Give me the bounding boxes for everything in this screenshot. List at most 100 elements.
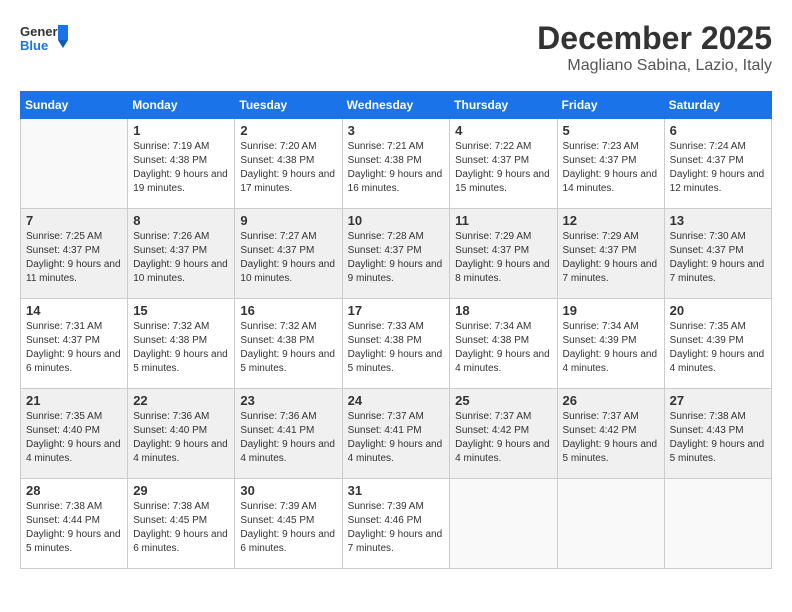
calendar-cell: 12 Sunrise: 7:29 AMSunset: 4:37 PMDayligh… — [557, 209, 664, 299]
day-number: 16 — [240, 303, 336, 318]
weekday-header-friday: Friday — [557, 92, 664, 119]
day-number: 7 — [26, 213, 122, 228]
weekday-header-tuesday: Tuesday — [235, 92, 342, 119]
day-number: 19 — [563, 303, 659, 318]
logo-graphic: General Blue — [20, 20, 68, 65]
calendar-cell: 6Sunrise: 7:24 AMSunset: 4:37 PMDaylight… — [664, 119, 771, 209]
day-number: 6 — [670, 123, 766, 138]
calendar-week-2: 7 Sunrise: 7:25 AMSunset: 4:37 PMDaylight… — [21, 209, 772, 299]
calendar-week-5: 28 Sunrise: 7:38 AMSunset: 4:44 PMDayligh… — [21, 479, 772, 569]
day-info: Sunrise: 7:38 AMSunset: 4:44 PMDaylight:… — [26, 500, 122, 556]
day-number: 17 — [348, 303, 445, 318]
day-info: Sunrise: 7:21 AMSunset: 4:38 PMDaylight:… — [348, 140, 445, 196]
calendar-cell: 14 Sunrise: 7:31 AMSunset: 4:37 PMDayligh… — [21, 299, 128, 389]
calendar-cell: 13 Sunrise: 7:30 AMSunset: 4:37 PMDayligh… — [664, 209, 771, 299]
calendar-cell: 21 Sunrise: 7:35 AMSunset: 4:40 PMDayligh… — [21, 389, 128, 479]
calendar-cell: 8Sunrise: 7:26 AMSunset: 4:37 PMDaylight… — [128, 209, 235, 299]
weekday-header-wednesday: Wednesday — [342, 92, 450, 119]
calendar-week-4: 21 Sunrise: 7:35 AMSunset: 4:40 PMDayligh… — [21, 389, 772, 479]
calendar-cell: 2 Sunrise: 7:20 AMSunset: 4:38 PMDaylight… — [235, 119, 342, 209]
logo: General Blue — [20, 20, 68, 65]
calendar-cell: 3 Sunrise: 7:21 AMSunset: 4:38 PMDaylight… — [342, 119, 450, 209]
calendar-cell: 31 Sunrise: 7:39 AMSunset: 4:46 PMDayligh… — [342, 479, 450, 569]
calendar-week-3: 14 Sunrise: 7:31 AMSunset: 4:37 PMDayligh… — [21, 299, 772, 389]
day-info: Sunrise: 7:30 AMSunset: 4:37 PMDaylight:… — [670, 230, 766, 286]
day-info: Sunrise: 7:25 AMSunset: 4:37 PMDaylight:… — [26, 230, 122, 286]
day-info: Sunrise: 7:20 AMSunset: 4:38 PMDaylight:… — [240, 140, 336, 196]
day-info: Sunrise: 7:23 AMSunset: 4:37 PMDaylight:… — [563, 140, 659, 196]
day-number: 12 — [563, 213, 659, 228]
day-info: Sunrise: 7:32 AMSunset: 4:38 PMDaylight:… — [133, 320, 229, 376]
day-info: Sunrise: 7:37 AMSunset: 4:41 PMDaylight:… — [348, 410, 445, 466]
day-info: Sunrise: 7:39 AMSunset: 4:46 PMDaylight:… — [348, 500, 445, 556]
day-number: 28 — [26, 483, 122, 498]
day-info: Sunrise: 7:33 AMSunset: 4:38 PMDaylight:… — [348, 320, 445, 376]
calendar-cell: 27 Sunrise: 7:38 AMSunset: 4:43 PMDayligh… — [664, 389, 771, 479]
day-number: 30 — [240, 483, 336, 498]
day-info: Sunrise: 7:38 AMSunset: 4:43 PMDaylight:… — [670, 410, 766, 466]
day-info: Sunrise: 7:35 AMSunset: 4:40 PMDaylight:… — [26, 410, 122, 466]
day-number: 3 — [348, 123, 445, 138]
calendar-cell: 10 Sunrise: 7:28 AMSunset: 4:37 PMDayligh… — [342, 209, 450, 299]
day-number: 25 — [455, 393, 551, 408]
calendar-cell — [557, 479, 664, 569]
day-info: Sunrise: 7:36 AMSunset: 4:41 PMDaylight:… — [240, 410, 336, 466]
day-info: Sunrise: 7:31 AMSunset: 4:37 PMDaylight:… — [26, 320, 122, 376]
calendar-cell: 29 Sunrise: 7:38 AMSunset: 4:45 PMDayligh… — [128, 479, 235, 569]
calendar-cell: 24 Sunrise: 7:37 AMSunset: 4:41 PMDayligh… — [342, 389, 450, 479]
day-info: Sunrise: 7:19 AMSunset: 4:38 PMDaylight:… — [133, 140, 229, 196]
day-number: 20 — [670, 303, 766, 318]
day-info: Sunrise: 7:28 AMSunset: 4:37 PMDaylight:… — [348, 230, 445, 286]
title-area: December 2025 Magliano Sabina, Lazio, It… — [537, 20, 772, 75]
calendar-cell: 15Sunrise: 7:32 AMSunset: 4:38 PMDayligh… — [128, 299, 235, 389]
calendar-cell: 18Sunrise: 7:34 AMSunset: 4:38 PMDayligh… — [450, 299, 557, 389]
day-info: Sunrise: 7:37 AMSunset: 4:42 PMDaylight:… — [455, 410, 551, 466]
weekday-header-row: SundayMondayTuesdayWednesdayThursdayFrid… — [21, 92, 772, 119]
day-number: 5 — [563, 123, 659, 138]
calendar-week-1: 1 Sunrise: 7:19 AMSunset: 4:38 PMDaylight… — [21, 119, 772, 209]
day-info: Sunrise: 7:37 AMSunset: 4:42 PMDaylight:… — [563, 410, 659, 466]
day-number: 1 — [133, 123, 229, 138]
calendar-cell: 25 Sunrise: 7:37 AMSunset: 4:42 PMDayligh… — [450, 389, 557, 479]
calendar-cell: 23 Sunrise: 7:36 AMSunset: 4:41 PMDayligh… — [235, 389, 342, 479]
day-number: 22 — [133, 393, 229, 408]
day-number: 24 — [348, 393, 445, 408]
day-info: Sunrise: 7:29 AMSunset: 4:37 PMDaylight:… — [563, 230, 659, 286]
calendar-cell: 30 Sunrise: 7:39 AMSunset: 4:45 PMDayligh… — [235, 479, 342, 569]
day-info: Sunrise: 7:22 AMSunset: 4:37 PMDaylight:… — [455, 140, 551, 196]
day-number: 2 — [240, 123, 336, 138]
day-info: Sunrise: 7:39 AMSunset: 4:45 PMDaylight:… — [240, 500, 336, 556]
day-info: Sunrise: 7:29 AMSunset: 4:37 PMDaylight:… — [455, 230, 551, 286]
day-info: Sunrise: 7:35 AMSunset: 4:39 PMDaylight:… — [670, 320, 766, 376]
calendar-cell: 7 Sunrise: 7:25 AMSunset: 4:37 PMDaylight… — [21, 209, 128, 299]
day-number: 21 — [26, 393, 122, 408]
calendar-cell: 4 Sunrise: 7:22 AMSunset: 4:37 PMDaylight… — [450, 119, 557, 209]
day-number: 23 — [240, 393, 336, 408]
day-number: 27 — [670, 393, 766, 408]
calendar-cell: 19Sunrise: 7:34 AMSunset: 4:39 PMDayligh… — [557, 299, 664, 389]
day-number: 14 — [26, 303, 122, 318]
calendar-subtitle: Magliano Sabina, Lazio, Italy — [537, 57, 772, 75]
calendar-cell — [664, 479, 771, 569]
header: General Blue December 2025 Magliano Sabi… — [20, 20, 772, 75]
day-number: 10 — [348, 213, 445, 228]
calendar-cell: 17 Sunrise: 7:33 AMSunset: 4:38 PMDayligh… — [342, 299, 450, 389]
calendar-cell: 11 Sunrise: 7:29 AMSunset: 4:37 PMDayligh… — [450, 209, 557, 299]
day-number: 29 — [133, 483, 229, 498]
day-number: 13 — [670, 213, 766, 228]
day-number: 11 — [455, 213, 551, 228]
calendar-cell: 5 Sunrise: 7:23 AMSunset: 4:37 PMDaylight… — [557, 119, 664, 209]
day-number: 9 — [240, 213, 336, 228]
day-info: Sunrise: 7:36 AMSunset: 4:40 PMDaylight:… — [133, 410, 229, 466]
day-number: 18 — [455, 303, 551, 318]
day-info: Sunrise: 7:27 AMSunset: 4:37 PMDaylight:… — [240, 230, 336, 286]
weekday-header-thursday: Thursday — [450, 92, 557, 119]
weekday-header-sunday: Sunday — [21, 92, 128, 119]
day-number: 4 — [455, 123, 551, 138]
calendar-cell: 22 Sunrise: 7:36 AMSunset: 4:40 PMDayligh… — [128, 389, 235, 479]
svg-text:Blue: Blue — [20, 38, 48, 53]
day-number: 31 — [348, 483, 445, 498]
calendar-table: SundayMondayTuesdayWednesdayThursdayFrid… — [20, 91, 772, 569]
day-info: Sunrise: 7:38 AMSunset: 4:45 PMDaylight:… — [133, 500, 229, 556]
calendar-title: December 2025 — [537, 20, 772, 57]
